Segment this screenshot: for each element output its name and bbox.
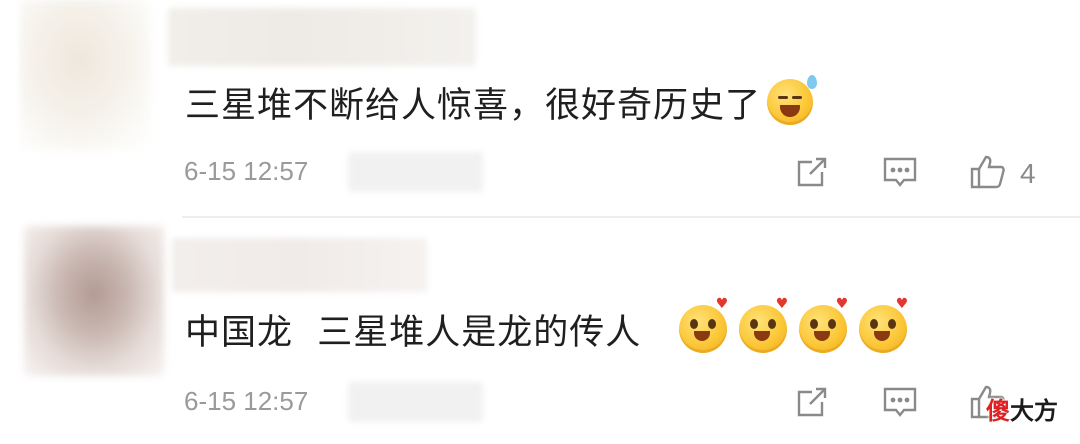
comment-meta: 6-15 12:57 bbox=[0, 380, 1080, 428]
location-blurred bbox=[348, 382, 483, 422]
laugh-tears-emoji-icon bbox=[767, 75, 818, 125]
avatar[interactable] bbox=[20, 0, 150, 150]
love-eyes-emoji-icon: ♥ bbox=[679, 297, 728, 353]
comment-meta: 6-15 12:57 4 bbox=[0, 150, 1080, 198]
like-count: 4 bbox=[1020, 158, 1036, 189]
share-icon[interactable] bbox=[792, 382, 832, 422]
comment-time: 6-15 12:57 bbox=[184, 386, 309, 416]
username-blurred[interactable] bbox=[168, 8, 476, 66]
love-eyes-emoji-icon: ♥ bbox=[739, 297, 788, 353]
comment-text: 三星堆不断给人惊喜，很好奇历史了 bbox=[185, 74, 818, 130]
location-blurred bbox=[348, 152, 483, 192]
comment-item: 中国龙 三星堆人是龙的传人 ♥ ♥ ♥ ♥ 6-15 12:57 bbox=[0, 218, 1080, 444]
watermark-part1: 傻 bbox=[986, 397, 1010, 425]
username-blurred[interactable] bbox=[172, 238, 427, 292]
comment-body: 三星堆不断给人惊喜，很好奇历史了 bbox=[185, 85, 762, 126]
love-eyes-emoji-icon: ♥ bbox=[799, 297, 848, 353]
comment-body: 中国龙 三星堆人是龙的传人 bbox=[185, 312, 642, 353]
comment-item: 三星堆不断给人惊喜，很好奇历史了 6-15 12:57 4 bbox=[0, 0, 1080, 216]
comment-time: 6-15 12:57 bbox=[184, 156, 309, 186]
comment-text: 中国龙 三星堆人是龙的传人 ♥ ♥ ♥ ♥ bbox=[185, 297, 908, 358]
emoji-group: ♥ ♥ ♥ ♥ bbox=[679, 297, 908, 353]
comment-reply-icon[interactable] bbox=[880, 152, 920, 192]
watermark: 傻大方 bbox=[986, 391, 1058, 426]
love-eyes-emoji-icon: ♥ bbox=[859, 297, 908, 353]
like-thumb-icon[interactable] bbox=[968, 152, 1008, 192]
share-icon[interactable] bbox=[792, 152, 832, 192]
watermark-part2: 大方 bbox=[1010, 397, 1058, 425]
avatar[interactable] bbox=[24, 226, 164, 376]
comment-reply-icon[interactable] bbox=[880, 382, 920, 422]
